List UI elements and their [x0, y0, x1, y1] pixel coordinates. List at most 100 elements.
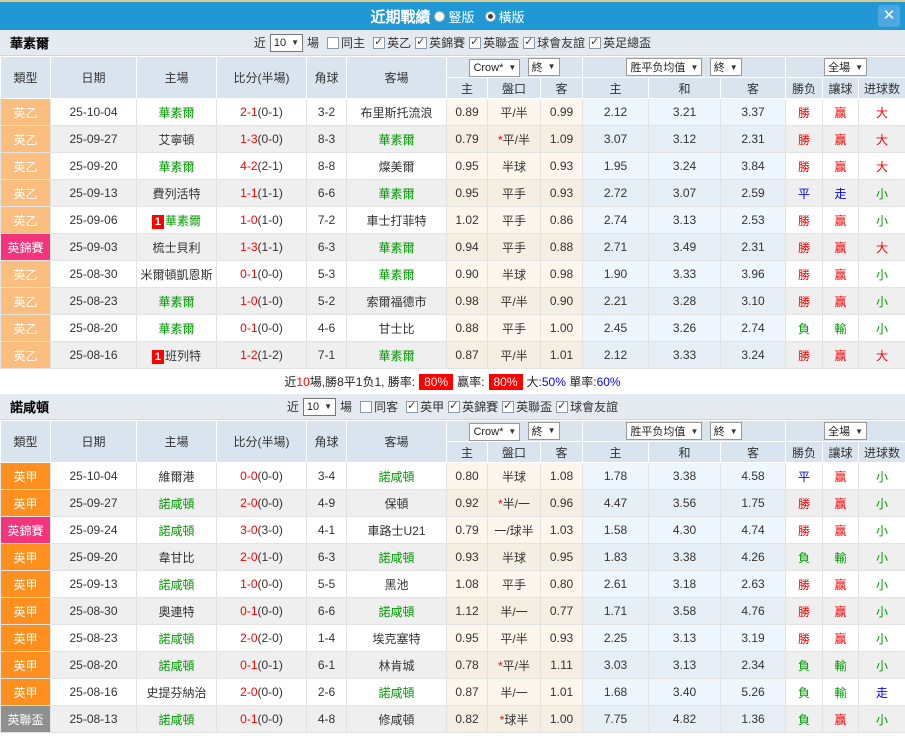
handicap-outcome-cell: 赢 [822, 287, 860, 315]
avg-lose-cell: 3.37 [720, 98, 787, 126]
away-team-cell: 華素爾 [346, 260, 447, 288]
fulltime-select[interactable]: 全場 [824, 58, 867, 76]
league-checkbox[interactable]: 英足總盃 [589, 34, 651, 51]
league-type-cell: 英甲 [0, 597, 51, 625]
avg-lose-cell: 2.31 [720, 125, 787, 153]
halftime-score: (1-0) [257, 213, 283, 227]
corners-cell: 6-6 [306, 179, 347, 207]
handicap-outcome-cell: 輸 [822, 543, 860, 571]
league-checkbox[interactable]: 英錦賽 [448, 398, 498, 415]
avg-draw-cell: 3.38 [648, 462, 722, 490]
halftime-score: (0-1) [257, 105, 283, 119]
bookmaker-select[interactable]: Crow* [469, 422, 521, 441]
score-cell: 2-0(0-0) [216, 678, 307, 706]
match-row: 英乙 25-10-04 華素爾 2-1(0-1) 3-2 布里斯托流浪 0.89 平/半 0.9… [0, 98, 905, 126]
home-team-cell: 梳士貝利 [136, 233, 217, 261]
handicap-cell: 半球 [487, 462, 541, 490]
summary-part: 80% [488, 373, 523, 390]
away-team-cell: 甘士比 [346, 314, 447, 342]
league-type-cell: 英甲 [0, 570, 51, 598]
date-cell: 25-09-13 [50, 570, 137, 598]
date-cell: 25-09-13 [50, 179, 137, 207]
match-row: 英聯盃 25-08-13 諾咸頓 0-1(0-0) 4-8 修咸頓 0.82 *球半 1.00 7… [0, 705, 905, 733]
avg-select[interactable]: 胜平负均值 [626, 58, 703, 76]
avg-draw-cell: 3.28 [648, 287, 722, 315]
league-checkbox[interactable]: 英錦賽 [415, 34, 465, 51]
outcome-cell: 勝 [785, 287, 824, 315]
matches-label: 場 [340, 400, 353, 414]
team-label: 車士打菲特 [366, 213, 427, 228]
avg-select[interactable]: 胜平负均值 [626, 422, 703, 440]
fulltime-score: 2-0 [240, 685, 258, 699]
handicap-cell: 平/半 [487, 624, 541, 652]
odds-home-cell: 0.94 [446, 233, 488, 261]
avg-win-cell: 1.90 [582, 260, 650, 288]
home-team-cell: 韋甘比 [136, 543, 217, 571]
col-header-home: 主場 [136, 56, 217, 99]
league-checkbox[interactable]: 球會友誼 [556, 398, 618, 415]
radio-selected-icon[interactable] [484, 10, 496, 22]
league-checkbox-label: 英錦賽 [429, 36, 466, 50]
avg-win-cell: 2.74 [582, 206, 650, 234]
final-select-1[interactable]: 終 [527, 57, 560, 76]
date-cell: 25-09-27 [50, 125, 137, 153]
corners-cell: 8-8 [306, 152, 347, 180]
odds-home-cell: 0.95 [446, 152, 488, 180]
halftime-score: (1-0) [257, 294, 283, 308]
league-checkbox[interactable]: 球會友誼 [523, 34, 585, 51]
home-team-cell: 奧連特 [136, 597, 217, 625]
same-away-checkbox[interactable]: 同客 [360, 398, 398, 415]
odds-away-cell: 0.80 [539, 570, 584, 598]
avg-win-cell: 4.47 [582, 489, 650, 517]
halftime-score: (0-0) [257, 604, 283, 618]
layout-radio-vertical[interactable]: 豎版 [434, 7, 475, 26]
handicap-outcome-cell: 赢 [822, 233, 860, 261]
checkbox-checked-icon [556, 400, 569, 413]
bookmaker-select[interactable]: Crow* [469, 58, 521, 77]
results-table-walsall: 類型 日期 主場 比分(半場) 角球 客場 Crow* 終 胜平负均值 終 全場 [0, 56, 905, 369]
date-cell: 25-09-24 [50, 516, 137, 544]
close-icon[interactable]: ✕ [878, 5, 900, 27]
handicap-outcome-cell: 赢 [822, 260, 860, 288]
date-cell: 25-08-20 [50, 651, 137, 679]
corners-cell: 4-9 [306, 489, 347, 517]
near-count-select[interactable]: 10 [269, 33, 304, 52]
score-cell: 0-1(0-0) [216, 260, 307, 288]
avg-lose-cell: 1.36 [720, 705, 787, 733]
home-team-cell: 諾咸頓 [136, 489, 217, 517]
fulltime-select[interactable]: 全場 [824, 422, 867, 440]
halftime-score: (0-1) [257, 658, 283, 672]
team-label: 華素爾 [378, 240, 415, 255]
outcome-cell: 勝 [785, 489, 824, 517]
final-select-2[interactable]: 終 [709, 58, 742, 76]
handicap-outcome-cell: 赢 [822, 206, 860, 234]
goals-outcome-cell: 小 [858, 179, 905, 207]
radio-unselected-icon[interactable] [434, 10, 446, 22]
corners-cell: 2-6 [306, 678, 347, 706]
odds-away-cell: 1.00 [539, 314, 584, 342]
league-checkbox[interactable]: 英甲 [406, 398, 444, 415]
near-count-select[interactable]: 10 [302, 397, 337, 416]
league-type-cell: 英乙 [0, 314, 51, 342]
team-label: 黑池 [384, 577, 409, 592]
final-select-1[interactable]: 終 [527, 421, 560, 440]
halftime-score: (3-0) [257, 523, 283, 537]
league-checkbox[interactable]: 英聯盃 [469, 34, 519, 51]
league-checkbox[interactable]: 英乙 [373, 34, 411, 51]
avg-group-header: 胜平负均值 終 [582, 420, 787, 442]
outcome-cell: 負 [785, 705, 824, 733]
final-select-2[interactable]: 終 [709, 422, 742, 440]
layout-radio-horizontal[interactable]: 橫版 [484, 7, 525, 26]
home-team-cell: 費列活特 [136, 179, 217, 207]
team-label: 埃克塞特 [372, 631, 421, 646]
team-label: 華素爾 [378, 132, 415, 147]
checkbox-checked-icon [373, 36, 386, 49]
avg-lose-cell: 2.31 [720, 233, 787, 261]
same-home-checkbox[interactable]: 同主 [327, 34, 365, 51]
handicap-outcome-cell: 赢 [822, 462, 860, 490]
fulltime-score: 0-1 [240, 604, 258, 618]
changed-handicap-star: * [497, 496, 503, 511]
score-cell: 1-0(1-0) [216, 287, 307, 315]
league-checkbox[interactable]: 英聯盃 [502, 398, 552, 415]
sub-header-goals: 进球数 [858, 77, 905, 99]
